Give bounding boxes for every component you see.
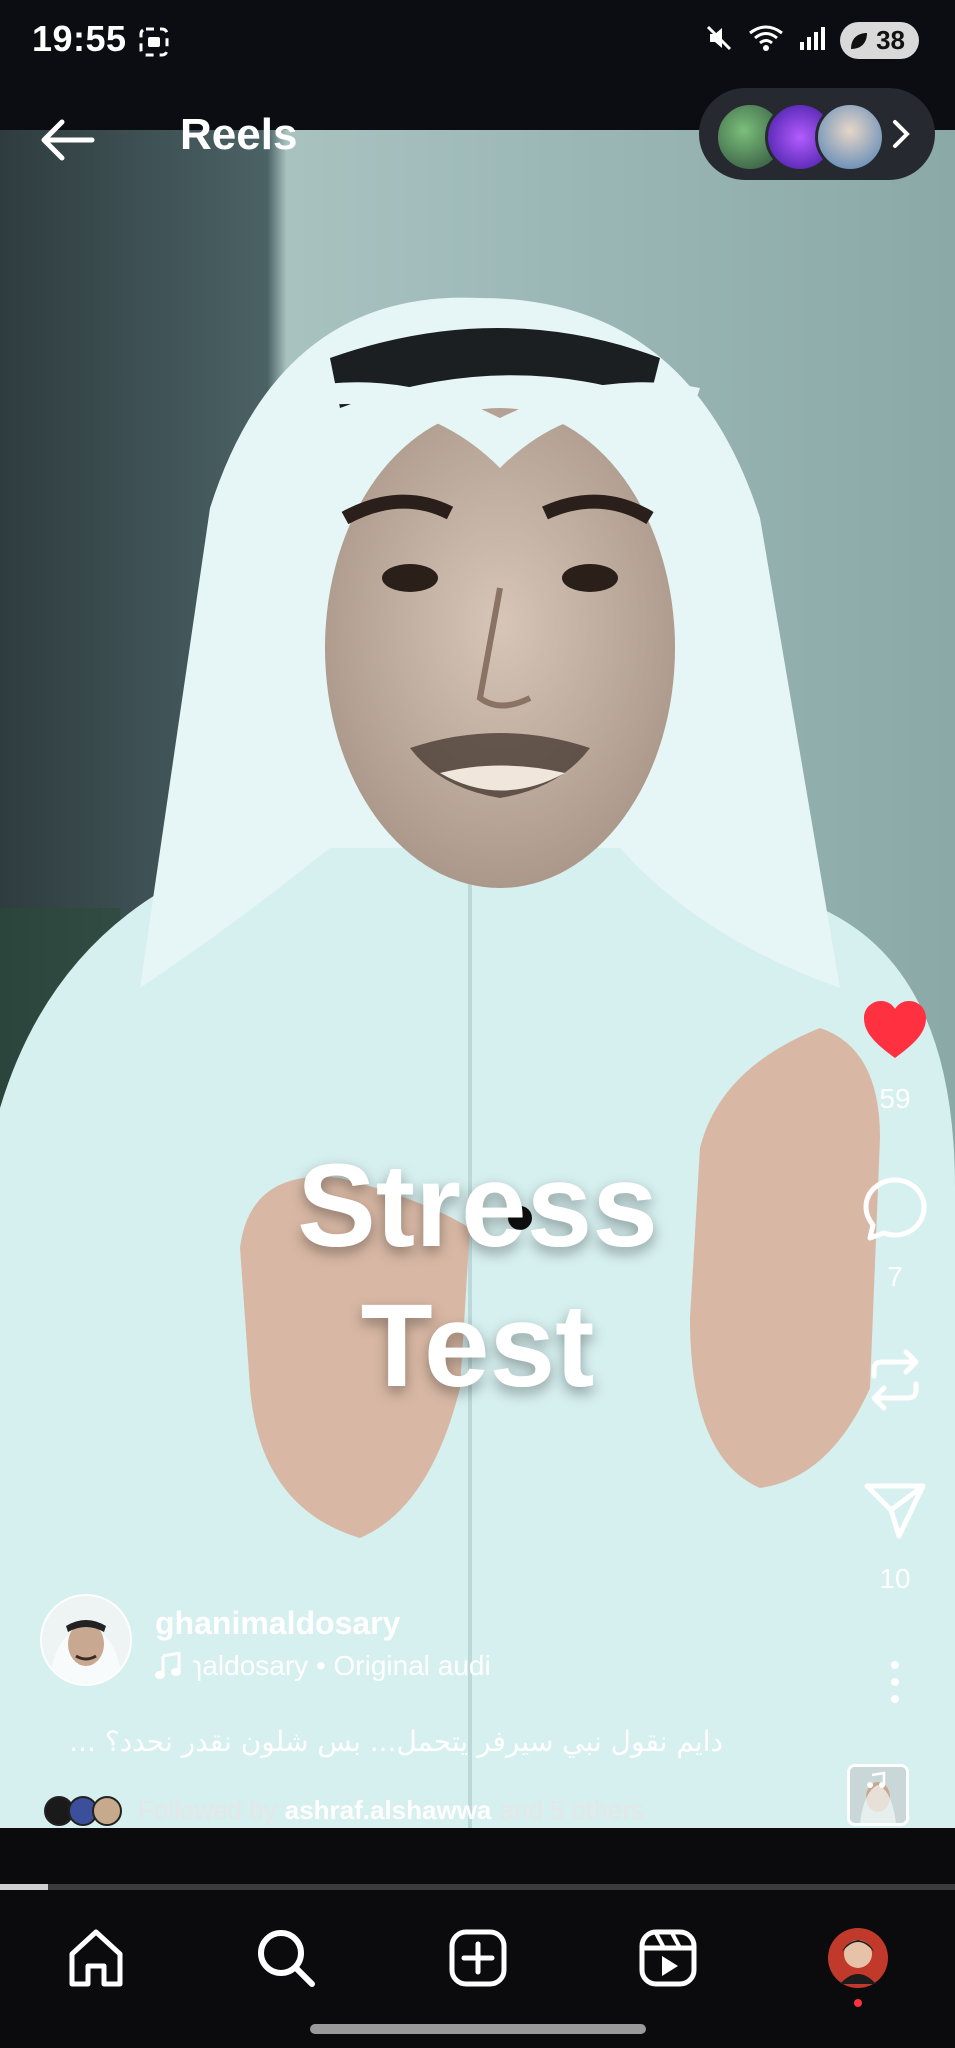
- signal-icon: [798, 24, 826, 57]
- nav-search[interactable]: [254, 1926, 318, 1990]
- stories-preview[interactable]: [699, 88, 935, 180]
- battery-leaf-icon: [851, 32, 868, 49]
- reels-header: Reels: [0, 88, 955, 188]
- audio-thumbnail[interactable]: [847, 1764, 909, 1826]
- heart-icon[interactable]: [862, 1000, 928, 1060]
- reel-description[interactable]: دايم نقول نبي سيرفر يتحمل... بس شلون نقد…: [69, 1725, 723, 1758]
- reels-icon[interactable]: [636, 1926, 700, 1990]
- status-time: 19:55: [32, 18, 127, 59]
- music-note-icon: [155, 1652, 181, 1679]
- send-icon[interactable]: [863, 1480, 927, 1540]
- followed-prefix: Followed by: [138, 1795, 277, 1825]
- screen-record-icon: [138, 26, 170, 63]
- followed-by[interactable]: Followed by ashraf.alshawwa and 5 others: [44, 1795, 644, 1826]
- profile-avatar[interactable]: [826, 1926, 890, 1990]
- video-frame: [0, 88, 955, 1828]
- create-icon[interactable]: [446, 1926, 510, 1990]
- author-avatar[interactable]: [40, 1594, 132, 1686]
- story-avatar-3[interactable]: [815, 102, 885, 172]
- bottom-nav: [0, 1890, 955, 2048]
- nav-reels[interactable]: [636, 1926, 700, 1990]
- audio-label: ɿaldosary • Original audi: [193, 1650, 491, 1681]
- more-icon[interactable]: [889, 1660, 901, 1704]
- more-action[interactable]: [835, 1660, 955, 1709]
- nav-create[interactable]: [446, 1926, 510, 1990]
- gesture-bar[interactable]: [310, 2024, 646, 2034]
- like-action[interactable]: 59: [835, 1000, 955, 1115]
- wifi-icon: [748, 23, 784, 58]
- reel-video[interactable]: Stress Test: [0, 88, 955, 1828]
- repost-icon[interactable]: [864, 1348, 926, 1412]
- share-count: 10: [879, 1563, 911, 1594]
- battery-level: 38: [876, 25, 905, 55]
- back-arrow-icon[interactable]: [38, 118, 96, 167]
- overlay-text-line-2: Test: [360, 1280, 595, 1412]
- overlay-text-line-1: Stress: [297, 1140, 658, 1272]
- page-title: Reels: [180, 110, 298, 159]
- nav-profile[interactable]: [826, 1926, 890, 2007]
- comment-icon[interactable]: [862, 1176, 928, 1242]
- audio-info[interactable]: ɿaldosary • Original audi: [155, 1650, 505, 1682]
- like-count: 59: [879, 1083, 911, 1114]
- repost-action[interactable]: [835, 1348, 955, 1417]
- status-bar: 19:55 38: [0, 0, 955, 88]
- comment-count: 7: [887, 1261, 903, 1292]
- follower-avatar-3: [92, 1795, 122, 1826]
- followed-user[interactable]: ashraf.alshawwa: [285, 1795, 492, 1826]
- battery-indicator: 38: [840, 22, 919, 59]
- mute-icon: [704, 23, 734, 58]
- author-username[interactable]: ghanimaldosary: [155, 1605, 400, 1642]
- share-action[interactable]: 10: [835, 1480, 955, 1595]
- profile-notification-dot: [854, 1999, 862, 2007]
- comment-action[interactable]: 7: [835, 1176, 955, 1293]
- chevron-right-icon[interactable]: [889, 114, 913, 159]
- followed-suffix: and 5 others: [499, 1795, 644, 1825]
- search-icon[interactable]: [254, 1926, 318, 1990]
- nav-home[interactable]: [64, 1926, 128, 1990]
- home-icon[interactable]: [64, 1926, 128, 1990]
